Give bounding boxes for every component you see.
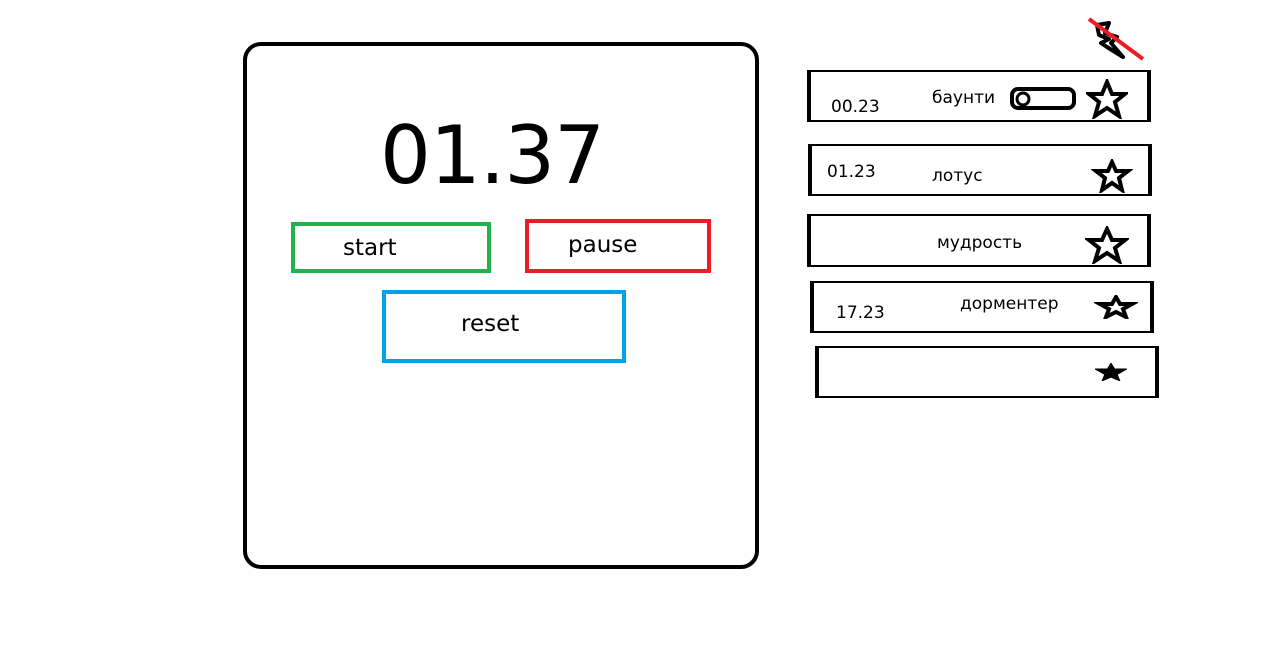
toggle-switch[interactable] [1010,87,1076,111]
list-item-time: 00.23 [831,97,880,116]
list-item[interactable]: 17.23 дорментер [810,281,1154,333]
reset-button[interactable]: reset [382,290,626,363]
timer-display: 01.37 [380,109,605,202]
star-icon[interactable] [1086,79,1128,119]
list-item-name: баунти [932,88,996,108]
reset-button-label: reset [461,311,520,337]
list-item[interactable]: 01.23 лотус [808,144,1152,196]
star-icon[interactable] [1094,295,1138,319]
star-icon[interactable] [1091,159,1133,193]
list-item[interactable]: 00.23 баунти [807,70,1151,122]
list-item-name: дорментер [960,294,1059,314]
star-icon[interactable] [1085,226,1129,264]
list-item-time: 17.23 [836,303,885,323]
star-icon[interactable] [1095,363,1127,381]
list-item-time: 01.23 [827,162,876,182]
crossed-out-lightning-icon[interactable] [1087,17,1145,61]
list-item[interactable]: мудрость [807,214,1151,267]
list-item-name: мудрость [937,233,1023,253]
pause-button-label: pause [568,232,638,258]
pause-button[interactable]: pause [525,219,711,273]
start-button[interactable]: start [291,222,491,273]
list-item-name: лотус [932,166,983,186]
start-button-label: start [343,235,397,261]
list-item[interactable] [815,346,1159,398]
